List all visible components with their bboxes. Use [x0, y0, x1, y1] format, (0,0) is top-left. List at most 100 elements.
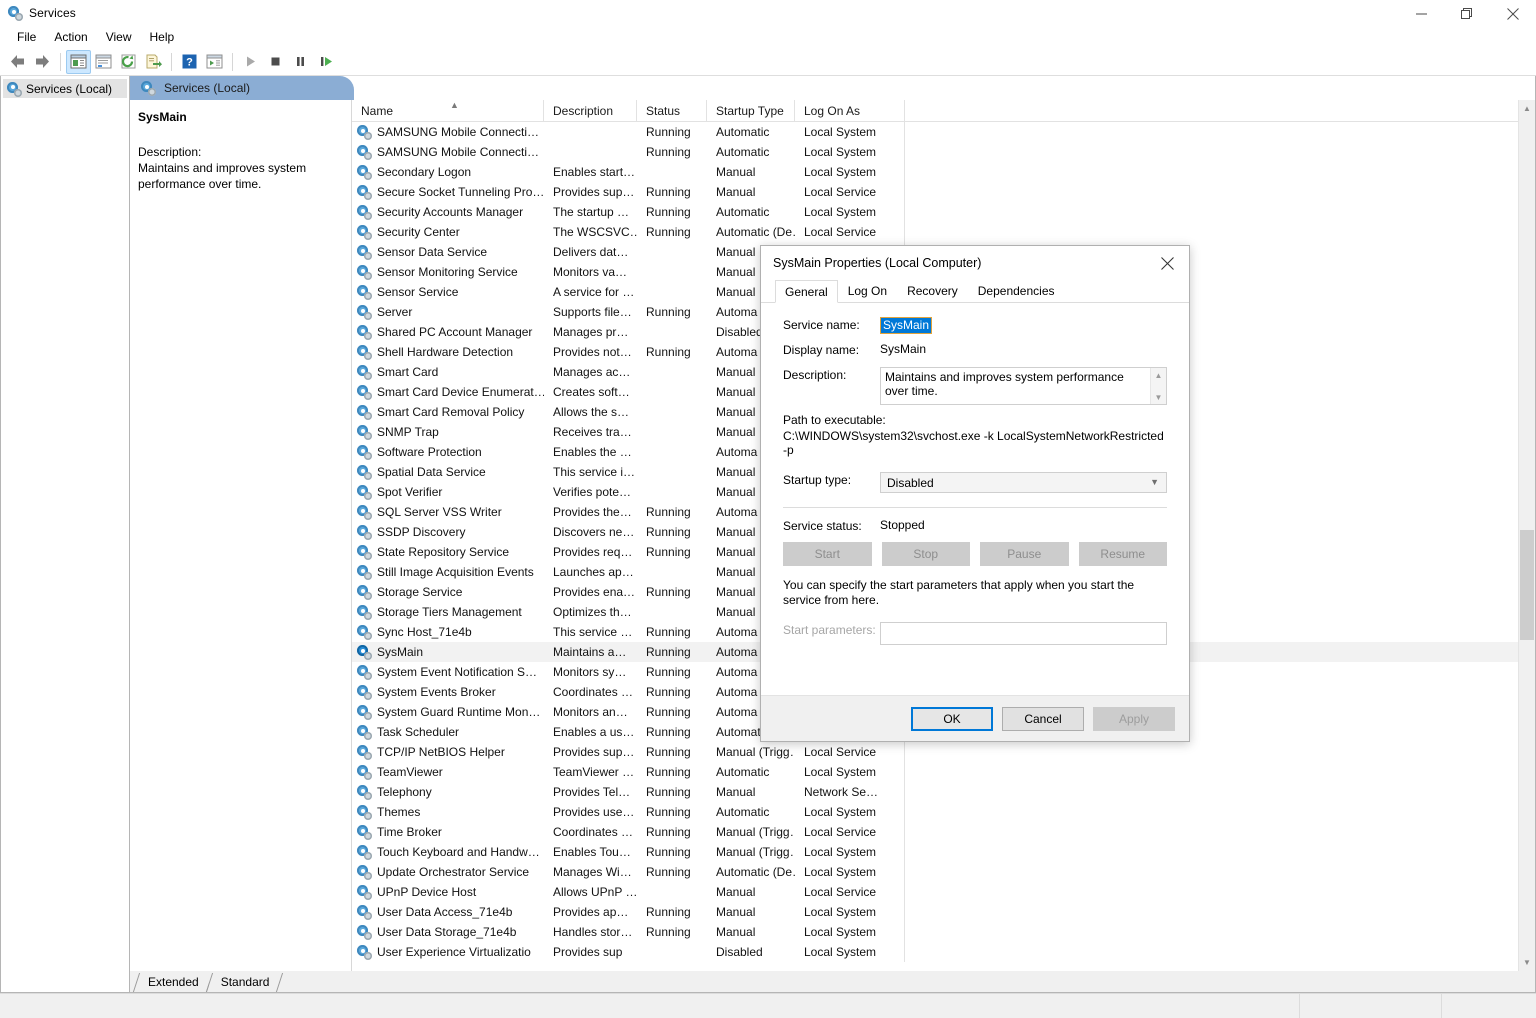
cell-name: Server [352, 302, 544, 322]
dialog-footer: OK Cancel Apply [761, 695, 1189, 741]
tree-item-services-local[interactable]: Services (Local) [3, 79, 127, 98]
window-title: Services [29, 6, 76, 20]
service-gear-icon [356, 384, 372, 400]
scroll-up-arrow-icon[interactable]: ▲ [1519, 100, 1535, 117]
column-header-status[interactable]: Status [637, 100, 707, 122]
dialog-title: SysMain Properties (Local Computer) [773, 256, 982, 270]
console-tree-pane: Services (Local) [0, 76, 130, 993]
restart-icon[interactable] [313, 50, 338, 74]
scroll-down-arrow-icon[interactable]: ▼ [1151, 390, 1166, 404]
table-row[interactable]: User Data Storage_71e4b Handles stor… Runn… [352, 922, 1535, 942]
column-header-startup-type[interactable]: Startup Type [707, 100, 795, 122]
export-list-icon[interactable] [141, 50, 166, 74]
table-row[interactable]: Touch Keyboard and Handw… Enables Tou… Run… [352, 842, 1535, 862]
cell-name: TCP/IP NetBIOS Helper [352, 742, 544, 762]
cancel-button[interactable]: Cancel [1002, 706, 1084, 731]
services-gear-icon [140, 80, 156, 96]
service-properties-dialog: SysMain Properties (Local Computer) Gene… [760, 245, 1190, 742]
maximize-button[interactable] [1444, 0, 1490, 27]
pause-icon[interactable] [288, 50, 313, 74]
scroll-down-arrow-icon[interactable]: ▼ [1519, 954, 1535, 971]
tab-general[interactable]: General [775, 280, 838, 303]
description-textarea[interactable]: Maintains and improves system performanc… [880, 367, 1167, 405]
cell-name: Smart Card Removal Policy [352, 402, 544, 422]
tab-standard[interactable]: Standard [208, 973, 280, 992]
tab-recovery[interactable]: Recovery [897, 279, 968, 302]
scrollbar-thumb[interactable] [1520, 530, 1534, 640]
table-row[interactable]: TeamViewer TeamViewer … Running Automatic Lo… [352, 762, 1535, 782]
menu-file[interactable]: File [8, 28, 45, 47]
cell-name: User Data Storage_71e4b [352, 922, 544, 942]
table-row[interactable]: Themes Provides use… Running Automatic Local… [352, 802, 1535, 822]
service-status-label: Service status: [783, 519, 862, 533]
cell-status: Running [646, 525, 691, 539]
table-row[interactable]: Security Accounts Manager The startup … Ru… [352, 202, 1535, 222]
list-vertical-scrollbar[interactable]: ▲ ▼ [1518, 100, 1535, 971]
service-name-text: Security Center [377, 225, 460, 239]
table-row[interactable]: Secondary Logon Enables start… Manual Local… [352, 162, 1535, 182]
start-button[interactable]: Start [783, 542, 872, 566]
tab-log-on[interactable]: Log On [838, 279, 897, 302]
table-row[interactable]: SAMSUNG Mobile Connecti… Running Automatic… [352, 122, 1535, 142]
table-row[interactable]: SAMSUNG Mobile Connecti… Running Automatic… [352, 142, 1535, 162]
back-button[interactable] [5, 50, 30, 74]
cell-name: SQL Server VSS Writer [352, 502, 544, 522]
resume-button[interactable]: Resume [1078, 542, 1167, 566]
menu-help[interactable]: Help [141, 28, 184, 47]
description-scrollbar[interactable]: ▲ ▼ [1150, 368, 1166, 404]
apply-button[interactable]: Apply [1093, 706, 1175, 731]
stop-button[interactable]: Stop [881, 542, 970, 566]
cell-status: Running [646, 845, 691, 859]
service-name-value[interactable]: SysMain [880, 317, 933, 334]
cell-name: Spatial Data Service [352, 462, 544, 482]
table-row[interactable]: User Data Access_71e4b Provides ap… Runnin… [352, 902, 1535, 922]
table-row[interactable]: User Experience Virtualizatio Provides su… [352, 942, 1535, 962]
help-icon[interactable]: ? [177, 50, 202, 74]
scroll-up-arrow-icon[interactable]: ▲ [1151, 368, 1166, 382]
cell-description: TeamViewer … [553, 765, 635, 779]
console-tree-icon[interactable] [66, 49, 91, 74]
play-icon[interactable] [238, 50, 263, 74]
table-row[interactable]: Security Center The WSCSVC… Running Automat… [352, 222, 1535, 242]
forward-button[interactable] [30, 50, 55, 74]
cell-description: Optimizes th… [553, 605, 632, 619]
cell-logon: Local Service [795, 182, 905, 202]
cell-startup: Automatic [716, 765, 770, 779]
table-row[interactable]: UPnP Device Host Allows UPnP … Manual Local… [352, 882, 1535, 902]
cell-logon: Local System [795, 802, 905, 822]
tab-dependencies[interactable]: Dependencies [968, 279, 1065, 302]
stop-icon[interactable] [263, 50, 288, 74]
pause-button[interactable]: Pause [980, 542, 1069, 566]
menu-view[interactable]: View [97, 28, 141, 47]
refresh-icon[interactable] [116, 50, 141, 74]
service-gear-icon [356, 424, 372, 440]
table-row[interactable]: Update Orchestrator Service Manages Wi… Ru… [352, 862, 1535, 882]
tab-extended[interactable]: Extended [136, 973, 209, 992]
menu-action[interactable]: Action [45, 28, 96, 47]
cell-filler [905, 862, 1535, 882]
column-header-log-on-as[interactable]: Log On As [795, 100, 905, 122]
dialog-close-button[interactable] [1145, 246, 1189, 280]
services-gear-icon [6, 81, 22, 97]
table-row[interactable]: Secure Socket Tunneling Pro… Provides sup… [352, 182, 1535, 202]
table-row[interactable]: TCP/IP NetBIOS Helper Provides sup… Runnin… [352, 742, 1535, 762]
cell-startup: Manual [716, 185, 756, 199]
close-button[interactable] [1490, 0, 1536, 27]
service-gear-icon [356, 564, 372, 580]
cell-name: SAMSUNG Mobile Connecti… [352, 122, 544, 142]
action-pane-icon[interactable] [202, 50, 227, 74]
cell-name: System Events Broker [352, 682, 544, 702]
ok-button[interactable]: OK [911, 706, 993, 731]
properties-icon[interactable] [91, 50, 116, 74]
cell-filler [905, 782, 1535, 802]
column-header-name[interactable]: Name ▲ [352, 100, 544, 122]
table-row[interactable]: Telephony Provides Tel… Running Manual Netwo… [352, 782, 1535, 802]
display-name-value[interactable]: SysMain [880, 342, 926, 356]
table-row[interactable]: Time Broker Coordinates … Running Manual (T… [352, 822, 1535, 842]
start-parameters-input[interactable] [880, 622, 1167, 645]
startup-type-select[interactable]: Disabled ▼ [880, 472, 1167, 493]
view-tabs: Extended Standard [130, 971, 1535, 992]
service-name-text: SAMSUNG Mobile Connecti… [377, 145, 540, 159]
column-header-description[interactable]: Description [544, 100, 637, 122]
minimize-button[interactable] [1398, 0, 1444, 27]
